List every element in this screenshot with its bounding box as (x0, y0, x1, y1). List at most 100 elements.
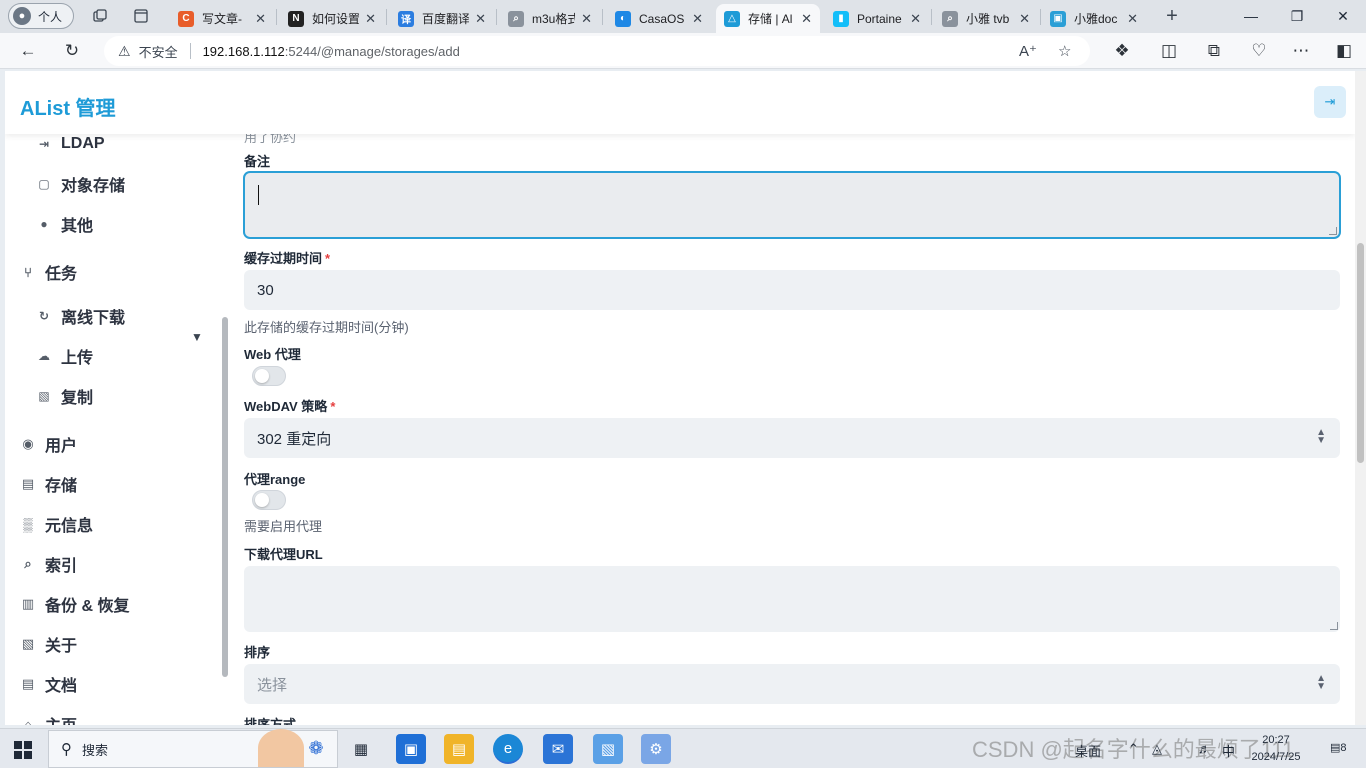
store-icon[interactable]: ▣ (396, 734, 426, 764)
browser-tab[interactable]: ◐ CasaOS ✕ (607, 4, 711, 33)
windows-start-icon[interactable] (14, 741, 32, 759)
proxy-range-switch[interactable] (252, 490, 286, 510)
select-arrows-icon: ▲ ▼ (1316, 673, 1326, 692)
sidebar-item[interactable]: ▥ 备份 & 恢复 (19, 592, 130, 616)
logout-icon: ⇥ (1324, 94, 1336, 109)
app-title[interactable]: AList 管理 (20, 92, 116, 121)
search-highlight-avatar-icon[interactable] (258, 729, 304, 767)
sidebar-item[interactable]: ● 其他 (35, 212, 93, 236)
close-tab-icon[interactable]: ✕ (475, 11, 486, 27)
sidebar-item[interactable]: ▒ 元信息 (19, 512, 93, 536)
taskbar-search-label: 搜索 (82, 742, 109, 758)
resize-handle[interactable] (1329, 227, 1337, 235)
order-select[interactable]: 选择 ▲ ▼ (244, 664, 1340, 704)
sidebar: ⇥ LDAP ▢ 对象存储 ● 其他 ⑂ 任务 ↻ 离线下载 ☁ 上传 ▧ 复制 ◉ 用户 ▤ 存储 ▒ 元信息 ⌕ 索引… (5, 134, 229, 725)
browser-tab[interactable]: ▮ Portaine ✕ (825, 4, 929, 33)
chevron-down-icon[interactable]: ▼ (191, 330, 203, 344)
browser-tab[interactable]: ⌕ 小雅 tvb ✕ (934, 4, 1038, 33)
ime-indicator[interactable]: 中 (1222, 741, 1235, 760)
clock[interactable]: 20:27 2024/7/25 (1246, 732, 1306, 766)
restore-button[interactable]: ❐ (1274, 0, 1320, 32)
download-proxy-url-label: 下载代理URL (244, 547, 323, 562)
tray-expand-icon[interactable]: ⌃ (1128, 741, 1139, 757)
close-tab-icon[interactable]: ✕ (801, 11, 812, 27)
browser-tab[interactable]: 译百度翻译 ✕ (390, 4, 494, 33)
tab-favicon-icon: ▮ (833, 10, 849, 27)
laptop-app-icon[interactable]: ▧ (593, 734, 623, 764)
browser-tab[interactable]: ⌕ m3u格式 ✕ (500, 4, 600, 33)
scrollbar-thumb[interactable] (1357, 243, 1364, 463)
warning-icon: ⚠ (118, 42, 131, 59)
browser-tab[interactable]: C 写文章- ✕ (170, 4, 274, 33)
sidebar-item-label: 用户 (45, 438, 78, 455)
remark-textarea[interactable] (244, 172, 1340, 238)
sidebar-item[interactable]: ▤ 存储 (19, 472, 77, 496)
security-status: 不安全 (138, 44, 178, 60)
order-label: 排序 (244, 645, 271, 660)
tab-favicon-icon: ◐ (615, 10, 631, 27)
mail-icon[interactable]: ✉ (543, 734, 573, 764)
sidebar-item[interactable]: ▤ 文档 (19, 672, 77, 696)
tab-actions-icon[interactable] (132, 7, 150, 25)
close-tab-icon[interactable]: ✕ (581, 11, 592, 27)
close-tab-icon[interactable]: ✕ (365, 11, 376, 27)
url-path: :5244/@manage/storages/add (284, 43, 460, 59)
sidebar-item[interactable]: ⇥ LDAP (35, 134, 105, 156)
logout-button[interactable]: ⇥ (1314, 86, 1346, 118)
browser-tab[interactable]: ▣ 小雅doc ✕ (1042, 4, 1146, 33)
sidebar-scrollbar[interactable] (222, 317, 228, 677)
network-icon[interactable]: ◬ (1152, 741, 1162, 757)
sidebar-item[interactable]: ↻ 离线下载 (35, 304, 125, 328)
switch-knob (255, 493, 269, 507)
close-tab-icon[interactable]: ✕ (1127, 11, 1138, 27)
sidebar-item[interactable]: ▧ 复制 (35, 384, 93, 408)
sidebar-item[interactable]: ▢ 对象存储 (35, 172, 125, 196)
close-tab-icon[interactable]: ✕ (910, 11, 921, 27)
download-proxy-url-textarea[interactable] (244, 566, 1340, 632)
resize-handle[interactable] (1330, 622, 1338, 630)
back-arrow-icon[interactable]: ← (16, 39, 40, 63)
split-screen-icon[interactable]: ◫ (1157, 39, 1181, 63)
volume-icon[interactable]: ♬ (1198, 741, 1211, 756)
sidebar-item[interactable]: ▧ 关于 (19, 632, 77, 656)
sidebar-item[interactable]: ⑂ 任务 (19, 260, 77, 284)
close-tab-icon[interactable]: ✕ (692, 11, 703, 27)
sidebar-item[interactable]: ◉ 用户 (19, 432, 77, 456)
profile-button[interactable]: ● 个人 (8, 3, 74, 29)
close-tab-icon[interactable]: ✕ (255, 11, 266, 27)
webdav-policy-select[interactable]: 302 重定向 ▲ ▼ (244, 418, 1340, 458)
cache-expiration-input[interactable]: 30 (244, 270, 1340, 310)
sidebar-item-label: 主页 (45, 712, 77, 725)
browser-tab[interactable]: N 如何设置 ✕ (280, 4, 384, 33)
favorite-star-icon[interactable]: ☆ (1058, 42, 1071, 60)
minimize-button[interactable]: — (1228, 0, 1274, 32)
sidebar-item[interactable]: ☁ 上传 (35, 344, 93, 368)
collections-icon[interactable]: ⧉ (1202, 39, 1226, 63)
file-explorer-icon[interactable]: ▤ (444, 734, 474, 764)
browser-essentials-icon[interactable]: ♡ (1247, 39, 1271, 63)
more-menu-icon[interactable]: ⋯ (1289, 39, 1313, 63)
page-scrollbar[interactable] (1355, 71, 1366, 725)
close-tab-icon[interactable]: ✕ (1019, 11, 1030, 27)
sidebar-item-icon: ↻ (38, 309, 50, 323)
sidebar-item-icon: ⑂ (24, 264, 32, 280)
extensions-icon[interactable]: ❖ (1110, 39, 1134, 63)
desktop-label[interactable]: 桌面 (1075, 741, 1101, 760)
workspaces-icon[interactable] (91, 7, 109, 25)
close-window-button[interactable]: ✕ (1320, 0, 1366, 32)
notification-icon[interactable]: ▤8 (1330, 741, 1347, 754)
sidebar-toggle-icon[interactable]: ◧ (1332, 39, 1356, 63)
address-bar[interactable]: ⚠ 不安全 192.168.1.112 :5244/@manage/storag… (104, 36, 1090, 66)
browser-tab[interactable]: △ 存储 | Al ✕ (716, 4, 820, 33)
web-proxy-switch[interactable] (252, 366, 286, 386)
read-aloud-icon[interactable]: A⁺ (1019, 42, 1037, 60)
new-tab-button[interactable]: + (1163, 5, 1181, 27)
paint-app-icon[interactable]: ⚙ (641, 734, 671, 764)
sidebar-item-icon: ● (40, 217, 48, 231)
edge-icon[interactable]: e (493, 734, 523, 764)
sidebar-item[interactable]: ⌂ 主页 (19, 712, 77, 726)
sidebar-item[interactable]: ⌕ 索引 (19, 552, 77, 576)
sidebar-item-icon: ☁ (38, 349, 50, 363)
refresh-icon[interactable]: ↻ (60, 39, 84, 63)
task-view-icon[interactable]: ▦ (346, 734, 376, 764)
